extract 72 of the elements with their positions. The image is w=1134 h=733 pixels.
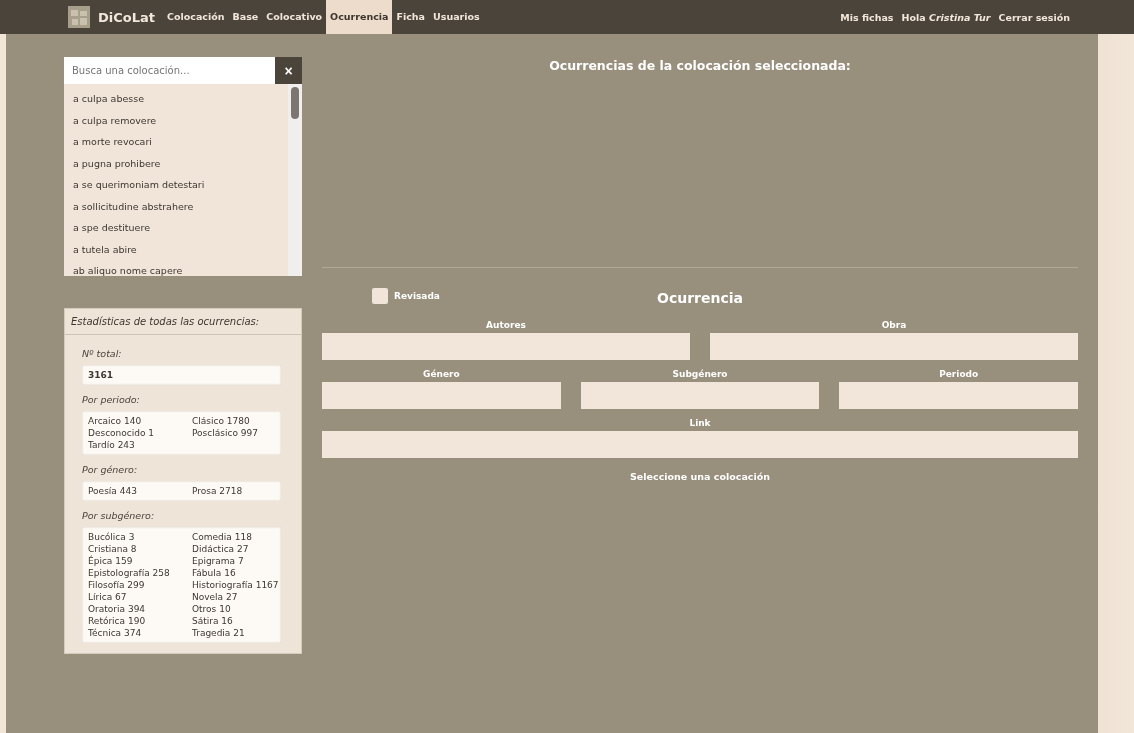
field-label: Periodo <box>938 369 980 379</box>
stats-entry: Historiografía 1167 <box>192 579 280 591</box>
stats-entry: Tragedia 21 <box>192 627 246 639</box>
stats-label: Por género: <box>82 464 139 475</box>
stats-entry: Retórica 190 <box>88 615 147 627</box>
field-label: Género <box>422 369 461 379</box>
stats-entry: Oratoria 394 <box>88 603 147 615</box>
stats-label: Por subgénero: <box>82 510 156 521</box>
collocation-item[interactable]: ab aliquo nome capere <box>73 260 288 276</box>
stats-entry: Arcaico 140 <box>88 415 143 427</box>
nav-tab[interactable]: Ficha <box>392 0 430 34</box>
nav-tab[interactable]: Colocación <box>163 0 229 34</box>
stats-entry: Bucólica 3 <box>88 531 136 543</box>
input-field[interactable] <box>580 382 820 409</box>
reviewed-label: Revisada <box>394 291 440 301</box>
input-field[interactable] <box>710 333 1078 360</box>
nav-tab[interactable]: Base <box>228 0 263 34</box>
input-field[interactable] <box>839 382 1078 409</box>
status-message: Seleccione una colocación <box>629 471 771 482</box>
search-field[interactable]: Busca una colocación... <box>64 57 275 84</box>
my-cards-link[interactable]: Mis fichas <box>840 11 894 23</box>
stats-entry: Cristiana 8 <box>88 543 138 555</box>
stats-entry: Clásico 1780 <box>192 415 251 427</box>
collocation-item[interactable]: a culpa abesse <box>73 88 288 110</box>
occurrences-title: Ocurrencias de la colocación seleccionada: <box>548 58 852 73</box>
stats-entry: Lírica 67 <box>88 591 128 603</box>
total-field: 3161 <box>82 365 281 385</box>
collocation-item[interactable]: a culpa removere <box>73 109 288 131</box>
collocation-item[interactable]: a tutela abire <box>73 238 288 260</box>
stats-title: Estadísticas de todas las ocurrencias: <box>65 309 301 335</box>
stats-entry: Prosa 2718 <box>192 485 244 497</box>
logo-icon[interactable] <box>68 6 90 28</box>
stats-entry: Novela 27 <box>192 591 239 603</box>
scroll-thumb[interactable] <box>291 87 299 119</box>
form-title: Ocurrencia <box>657 289 743 306</box>
stats-entry: Didáctica 27 <box>192 543 250 555</box>
field-label: Link <box>688 418 712 428</box>
stats-entry: Poesía 443 <box>88 485 138 497</box>
stats-entry: Posclásico 997 <box>192 427 259 439</box>
stats-label: Nº total: <box>82 348 123 359</box>
nav-tab[interactable]: Usuarios <box>429 0 484 34</box>
collocation-item[interactable]: a sollicitudine abstrahere <box>73 195 288 217</box>
collocation-item[interactable]: a se querimoniam detestari <box>73 174 288 196</box>
collocation-item[interactable]: a pugna prohibere <box>73 152 288 174</box>
field-label: Autores <box>485 320 527 330</box>
scrollbar[interactable] <box>288 84 302 276</box>
stats-entry: Epigrama 7 <box>192 555 245 567</box>
input-field[interactable] <box>322 431 1078 458</box>
clear-button[interactable]: × <box>275 57 302 84</box>
collocation-item[interactable]: a spe destituere <box>73 217 288 239</box>
field-label: Subgénero <box>671 369 729 379</box>
greeting-text: Hola Cristina Tur <box>901 11 991 23</box>
brand-link[interactable]: DiCoLat <box>98 9 155 25</box>
nav-tab[interactable]: Ocurrencia <box>326 0 393 34</box>
stats-entry: Tardío 243 <box>88 439 136 451</box>
stats-entry: Otros 10 <box>192 603 232 615</box>
stats-entry: Épica 159 <box>88 555 134 567</box>
stats-entry: Epistolografía 258 <box>88 567 171 579</box>
field-label: Obra <box>880 320 908 330</box>
stats-entry: Técnica 374 <box>88 627 143 639</box>
nav-tab[interactable]: Colocativo <box>262 0 327 34</box>
stats-entry: Fábula 16 <box>192 567 237 579</box>
input-field[interactable] <box>322 333 690 360</box>
input-field[interactable] <box>322 382 561 409</box>
stats-entry: Sátira 16 <box>192 615 234 627</box>
reviewed-checkbox[interactable] <box>372 288 388 304</box>
stats-entry: Desconocido 1 <box>88 427 156 439</box>
stats-entry: Comedia 118 <box>192 531 253 543</box>
stats-entry: Filosofía 299 <box>88 579 146 591</box>
collocation-item[interactable]: a morte revocari <box>73 131 288 153</box>
logout-link[interactable]: Cerrar sesión <box>998 11 1070 23</box>
stats-label: Por periodo: <box>82 394 141 405</box>
